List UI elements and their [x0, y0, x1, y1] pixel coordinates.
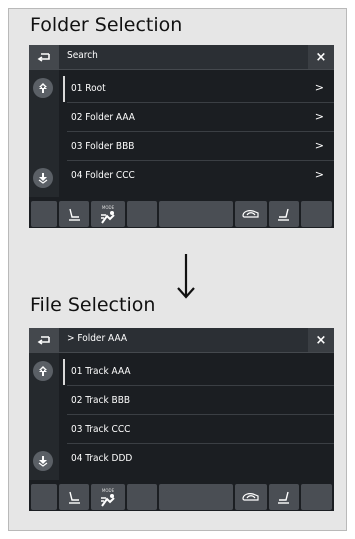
scroll-column — [29, 353, 59, 480]
scroll-column — [29, 70, 59, 197]
seat-icon — [278, 208, 289, 221]
chevron-right-icon: > — [314, 110, 324, 123]
chevron-right-icon: > — [314, 168, 324, 181]
fan-mode-button[interactable]: MODE — [91, 201, 125, 227]
scroll-position-indicator — [63, 76, 65, 102]
scroll-up-button[interactable] — [33, 78, 53, 98]
section-title-file-selection: File Selection — [30, 294, 156, 316]
scroll-up-icon — [39, 366, 47, 376]
seat-heater-right-button[interactable] — [269, 201, 299, 227]
climate-button[interactable] — [159, 484, 233, 510]
list-item-label: 01 Root — [71, 83, 106, 94]
back-icon — [37, 53, 50, 62]
recirculation-button[interactable] — [235, 484, 267, 510]
climate-button[interactable] — [159, 201, 233, 227]
climate-button[interactable] — [301, 484, 332, 510]
climate-button[interactable] — [31, 201, 57, 227]
list-item-label: 02 Folder AAA — [71, 112, 135, 123]
list-item-label: 04 Track DDD — [71, 453, 133, 464]
list-item[interactable]: 03 Folder BBB > — [67, 133, 334, 161]
recirculation-icon — [242, 493, 259, 501]
list-item[interactable]: 04 Folder CCC > — [67, 162, 334, 190]
back-button[interactable] — [29, 328, 59, 352]
scroll-up-button[interactable] — [33, 361, 53, 381]
file-selection-screen: > Folder AAA × 01 Track AAA 02 Track BBB… — [29, 328, 334, 511]
scroll-down-button[interactable] — [33, 168, 53, 188]
close-button[interactable]: × — [308, 45, 334, 69]
close-button[interactable]: × — [308, 328, 334, 352]
list-item[interactable]: 01 Root > — [67, 75, 334, 103]
scroll-up-icon — [39, 83, 47, 93]
scroll-down-icon — [38, 456, 48, 467]
airflow-mode-icon — [101, 210, 115, 224]
climate-button[interactable] — [127, 201, 157, 227]
climate-bar: MODE — [29, 199, 334, 228]
recirculation-icon — [242, 210, 259, 218]
list-item[interactable]: 01 Track AAA — [67, 358, 334, 386]
screen-title: Search — [67, 50, 98, 61]
chevron-right-icon: > — [314, 81, 324, 94]
list-item-label: 03 Folder BBB — [71, 141, 135, 152]
section-title-folder-selection: Folder Selection — [30, 14, 183, 36]
arrow-down-icon — [177, 254, 195, 299]
scroll-down-button[interactable] — [33, 451, 53, 471]
climate-bar: MODE — [29, 482, 334, 511]
title-bar: Search × — [29, 45, 334, 70]
list-item-label: 03 Track CCC — [71, 424, 131, 435]
seat-heater-left-button[interactable] — [59, 201, 89, 227]
seat-icon — [69, 208, 80, 221]
chevron-right-icon: > — [314, 139, 324, 152]
list-item[interactable]: 02 Folder AAA > — [67, 104, 334, 132]
list-item-label: 04 Folder CCC — [71, 170, 135, 181]
scroll-down-icon — [38, 173, 48, 184]
seat-heater-right-button[interactable] — [269, 484, 299, 510]
screen-title: > Folder AAA — [67, 333, 128, 344]
title-bar: > Folder AAA × — [29, 328, 334, 353]
list-item-label: 01 Track AAA — [71, 366, 131, 377]
list-item[interactable]: 02 Track BBB — [67, 387, 334, 415]
recirculation-button[interactable] — [235, 201, 267, 227]
back-icon — [37, 336, 50, 345]
back-button[interactable] — [29, 45, 59, 69]
climate-button[interactable] — [301, 201, 332, 227]
folder-selection-screen: Search × 01 Root > 02 Folder AAA > 03 Fo… — [29, 45, 334, 228]
scroll-position-indicator — [63, 359, 65, 385]
climate-button[interactable] — [31, 484, 57, 510]
airflow-mode-icon — [101, 493, 115, 507]
climate-button[interactable] — [127, 484, 157, 510]
seat-icon — [278, 491, 289, 504]
list-item-label: 02 Track BBB — [71, 395, 131, 406]
seat-icon — [69, 491, 80, 504]
list-item[interactable]: 03 Track CCC — [67, 416, 334, 444]
seat-heater-left-button[interactable] — [59, 484, 89, 510]
list-item[interactable]: 04 Track DDD — [67, 445, 334, 473]
fan-mode-button[interactable]: MODE — [91, 484, 125, 510]
